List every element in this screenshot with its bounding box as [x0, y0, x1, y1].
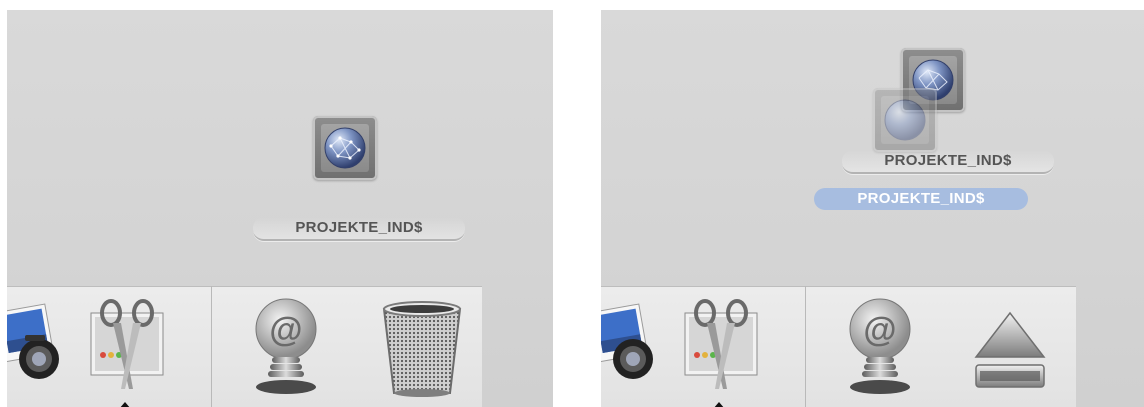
desktop-during-drag: PROJEKTE_IND$ PROJEKTE_IND$ @ — [601, 10, 1144, 407]
svg-text:@: @ — [269, 311, 302, 349]
volume-label-selected[interactable]: PROJEKTE_IND$ — [814, 188, 1028, 210]
dock-section-docs: @ — [212, 286, 482, 407]
volume-label[interactable]: PROJEKTE_IND$ — [842, 150, 1054, 174]
mail-icon[interactable]: @ — [248, 297, 324, 397]
drag-ghost-icon — [873, 88, 937, 152]
running-indicator — [119, 402, 131, 407]
svg-text:@: @ — [863, 311, 896, 349]
trash-icon[interactable] — [376, 299, 468, 399]
mail-icon[interactable]: @ — [842, 297, 918, 397]
dock-section-apps — [601, 286, 805, 407]
volume-label[interactable]: PROJEKTE_IND$ — [253, 217, 465, 241]
iphoto-icon[interactable] — [601, 301, 661, 391]
network-globe-icon — [324, 127, 366, 169]
network-globe-icon — [884, 99, 926, 141]
dock-section-docs: @ — [806, 286, 1076, 407]
running-indicator — [713, 402, 725, 407]
network-volume-icon[interactable] — [313, 116, 377, 180]
screenshot-grab-icon[interactable] — [81, 299, 173, 391]
dock-section-apps — [7, 286, 211, 407]
eject-icon[interactable] — [972, 311, 1048, 397]
screenshot-grab-icon[interactable] — [675, 299, 767, 391]
iphoto-icon[interactable] — [7, 301, 67, 391]
desktop-before-drag: PROJEKTE_IND$ @ — [7, 10, 553, 407]
